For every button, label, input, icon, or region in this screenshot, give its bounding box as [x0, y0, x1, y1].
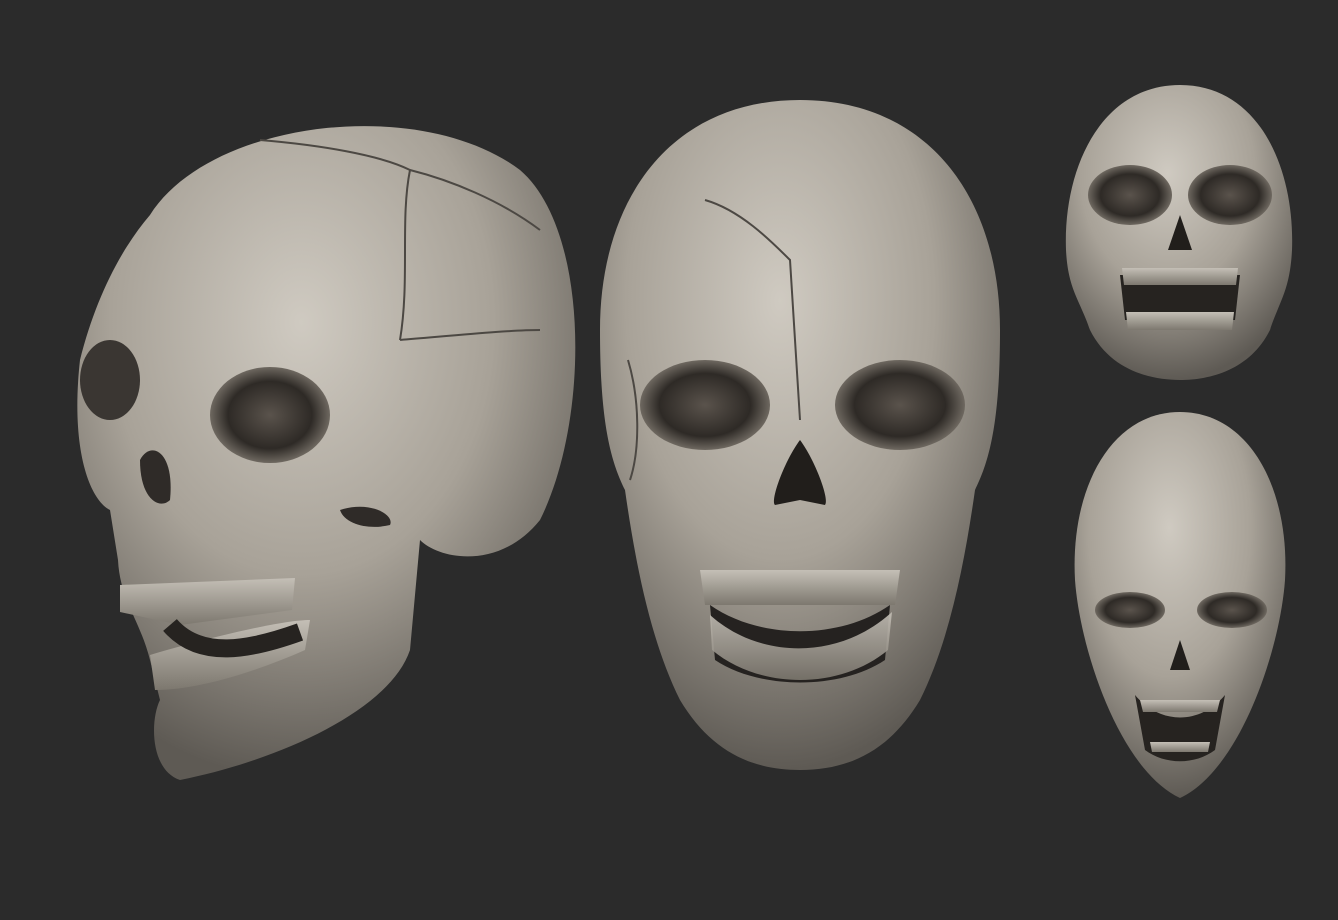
skull-small-top — [1065, 85, 1293, 380]
render-canvas — [0, 0, 1338, 920]
